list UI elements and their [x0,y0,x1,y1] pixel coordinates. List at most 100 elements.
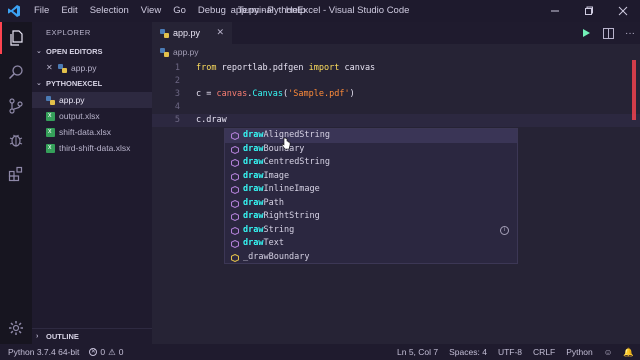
line-number: 2 [174,76,180,86]
string-literal: 'Sample.pdf' [288,89,350,99]
language-mode[interactable]: Python [566,347,592,357]
search-icon[interactable] [0,56,32,88]
suggestion-item[interactable]: drawImage [225,170,517,184]
python-file-icon [160,47,169,57]
indentation[interactable]: Spaces: 4 [449,347,487,357]
error-icon: ✕ [89,348,98,356]
code-line: 3 c = canvas.Canvas('Sample.pdf') [152,88,640,101]
title-bar: File Edit Selection View Go Debug Termin… [0,0,640,22]
chevron-down-icon: ⌄ [36,48,42,55]
outline-section[interactable]: › OUTLINE [32,328,152,344]
problems-indicator[interactable]: ✕ 0 ⚠ 0 [89,347,123,358]
menu-terminal[interactable]: Terminal [232,0,280,22]
menu-help[interactable]: Help [280,0,312,22]
chevron-right-icon: › [36,332,39,340]
file-item[interactable]: app.py [32,92,152,108]
menu-selection[interactable]: Selection [84,0,135,22]
vscode-logo-icon [0,0,28,22]
suggestion-item[interactable]: drawAlignedString [225,129,517,143]
cursor-position[interactable]: Ln 5, Col 7 [397,347,438,357]
debug-icon[interactable] [0,124,32,156]
close-icon[interactable] [606,0,640,22]
encoding[interactable]: UTF-8 [498,347,522,357]
notifications-icon[interactable]: 🔔 [623,347,634,358]
tab-app-py[interactable]: app.py ✕ [152,22,232,44]
current-line: 5 c.draw [152,114,640,127]
module-name: reportlab.pdfgen [221,63,304,73]
suggestion-item[interactable]: drawBoundary [225,143,517,157]
method-icon [231,132,239,140]
method-icon [231,213,239,221]
python-file-icon [160,28,169,38]
project-section[interactable]: ⌄ PYTHONEXCEL [32,76,152,92]
suggestion-item[interactable]: drawRightString [225,210,517,224]
outline-label: OUTLINE [46,331,79,341]
error-count: 0 [100,347,106,357]
function-name: Canvas [252,89,284,99]
restore-icon[interactable] [572,0,606,22]
open-editor-item[interactable]: ✕ app.py [32,60,152,76]
suggestion-item[interactable]: _drawBoundary [225,251,517,265]
typed-code: c.draw [196,115,227,125]
method-icon [231,159,239,167]
code-line: 2 [152,75,640,88]
paren: ) [349,89,355,99]
suggestion-item[interactable]: drawInlineImage [225,183,517,197]
menu-view[interactable]: View [135,0,167,22]
suggestion-item[interactable]: drawPath [225,197,517,211]
method-icon [231,253,239,262]
menu-bar: File Edit Selection View Go Debug Termin… [28,0,311,22]
suggestion-item[interactable]: drawCentredString [225,156,517,170]
menu-debug[interactable]: Debug [192,0,232,22]
warning-count: 0 [118,347,124,357]
explorer-icon[interactable] [0,22,32,54]
open-editors-section[interactable]: ⌄ OPEN EDITORS [32,44,152,60]
suggestion-item[interactable]: drawString i [225,224,517,238]
run-icon[interactable] [580,27,592,39]
more-actions-icon[interactable]: ··· [624,27,636,39]
feedback-icon[interactable]: ☺ [604,347,613,357]
explorer-sidebar: EXPLORER ⌄ OPEN EDITORS ✕ app.py ⌄ PYTHO… [32,22,152,344]
source-control-icon[interactable] [0,90,32,122]
suggestion-item[interactable]: drawText [225,237,517,251]
file-item[interactable]: output.xlsx [32,108,152,124]
breadcrumb-label: app.py [173,47,199,57]
scrollbar[interactable] [626,60,640,344]
info-icon[interactable]: i [500,225,509,235]
line-number: 3 [174,89,180,99]
python-interpreter[interactable]: Python 3.7.4 64-bit [8,347,79,357]
file-label: third-shift-data.xlsx [59,143,131,153]
settings-gear-icon[interactable] [0,312,32,344]
method-icon [231,186,239,194]
file-label: shift-data.xlsx [59,127,111,137]
file-label: output.xlsx [59,111,100,121]
split-editor-icon[interactable] [602,27,614,39]
menu-file[interactable]: File [28,0,55,22]
open-editor-label: app.py [71,63,97,73]
python-file-icon [46,95,55,105]
code-line: 1 from reportlab.pdfgen import canvas [152,62,640,75]
keyword: from [196,63,217,73]
line-number: 1 [174,63,180,73]
python-file-icon [58,63,67,73]
window-controls [538,0,640,22]
chevron-down-icon: ⌄ [36,80,42,87]
menu-edit[interactable]: Edit [55,0,83,22]
method-icon [231,240,239,248]
file-item[interactable]: shift-data.xlsx [32,124,152,140]
status-bar: Python 3.7.4 64-bit ✕ 0 ⚠ 0 Ln 5, Col 7 … [0,344,640,360]
close-editor-icon[interactable]: ✕ [46,60,58,76]
scrollbar-thumb[interactable] [632,60,636,120]
minimize-icon[interactable] [538,0,572,22]
file-item[interactable]: third-shift-data.xlsx [32,140,152,156]
close-tab-icon[interactable]: ✕ [216,27,224,38]
open-editors-label: OPEN EDITORS [46,47,103,56]
method-icon [231,199,239,208]
menu-go[interactable]: Go [167,0,192,22]
breadcrumb[interactable]: app.py [152,44,640,60]
extensions-icon[interactable] [0,158,32,190]
excel-file-icon [46,108,55,124]
keyword: import [308,63,340,73]
tab-label: app.py [173,28,201,38]
line-ending[interactable]: CRLF [533,347,555,357]
